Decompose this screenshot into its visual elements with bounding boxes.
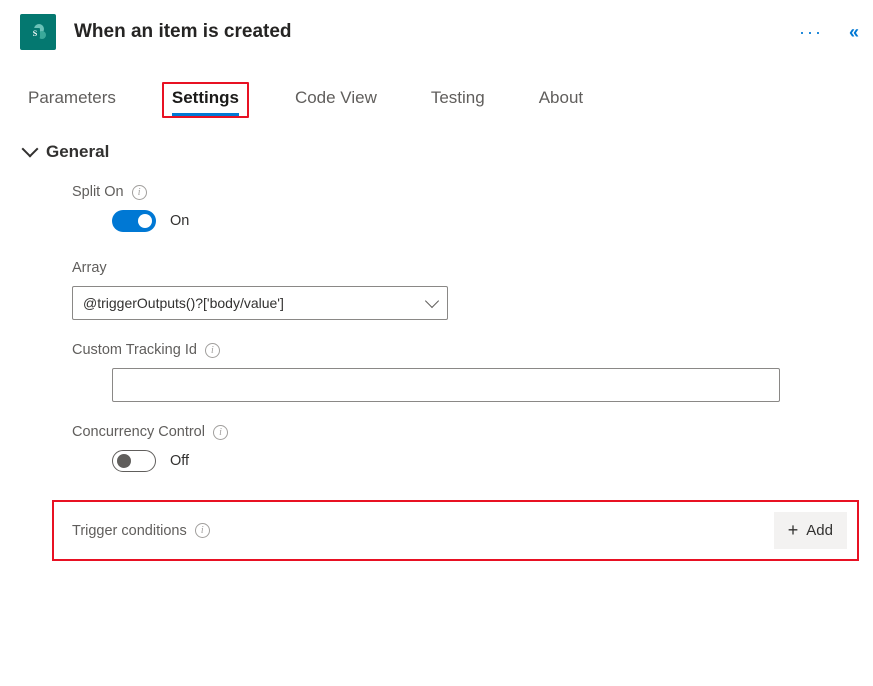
sharepoint-glyph: S <box>28 22 48 42</box>
toggle-knob <box>138 214 152 228</box>
trigger-conditions-row: Trigger conditions i + Add <box>72 512 847 549</box>
concurrency-toggle[interactable] <box>112 450 156 472</box>
header-actions: ··· « <box>799 22 853 43</box>
card-header: S When an item is created ··· « <box>0 0 873 64</box>
concurrency-label: Concurrency Control <box>72 424 205 440</box>
split-on-label: Split On <box>72 184 124 200</box>
sharepoint-icon: S <box>20 14 56 50</box>
array-value: @triggerOutputs()?['body/value'] <box>83 295 284 311</box>
info-icon[interactable]: i <box>132 185 147 200</box>
info-icon[interactable]: i <box>195 523 210 538</box>
array-label-row: Array <box>72 260 849 276</box>
tab-parameters[interactable]: Parameters <box>20 82 124 118</box>
trigger-conditions-label-row: Trigger conditions i <box>72 523 210 539</box>
svg-text:S: S <box>33 29 38 38</box>
info-icon[interactable]: i <box>213 425 228 440</box>
array-label: Array <box>72 260 107 276</box>
settings-content: General Split On i On Array @triggerOutp… <box>0 118 873 561</box>
section-general-header[interactable]: General <box>24 142 849 162</box>
custom-tracking-input[interactable] <box>112 368 780 402</box>
more-icon[interactable]: ··· <box>799 23 823 41</box>
plus-icon: + <box>788 520 799 541</box>
info-icon[interactable]: i <box>205 343 220 358</box>
tab-code-view[interactable]: Code View <box>287 82 385 118</box>
chevron-down-icon <box>425 294 439 308</box>
card-title: When an item is created <box>74 21 799 43</box>
concurrency-toggle-row: Off <box>72 450 849 472</box>
split-on-state: On <box>170 213 189 229</box>
array-select[interactable]: @triggerOutputs()?['body/value'] <box>72 286 448 320</box>
chevron-down-icon <box>22 141 39 158</box>
collapse-icon[interactable]: « <box>849 22 853 43</box>
custom-tracking-label-row: Custom Tracking Id i <box>72 342 849 358</box>
tab-bar: Parameters Settings Code View Testing Ab… <box>0 64 873 118</box>
split-on-toggle[interactable] <box>112 210 156 232</box>
trigger-conditions-label: Trigger conditions <box>72 523 187 539</box>
concurrency-label-row: Concurrency Control i <box>72 424 849 440</box>
custom-tracking-label: Custom Tracking Id <box>72 342 197 358</box>
section-general-body: Split On i On Array @triggerOutputs()?['… <box>24 184 849 561</box>
split-on-label-row: Split On i <box>72 184 849 200</box>
add-trigger-condition-button[interactable]: + Add <box>774 512 847 549</box>
toggle-knob <box>117 454 131 468</box>
split-on-toggle-row: On <box>72 210 849 232</box>
section-title: General <box>46 142 109 162</box>
concurrency-state: Off <box>170 453 189 469</box>
trigger-conditions-highlight: Trigger conditions i + Add <box>52 500 859 561</box>
add-button-label: Add <box>806 522 833 539</box>
tab-about[interactable]: About <box>531 82 591 118</box>
tab-settings[interactable]: Settings <box>162 82 249 118</box>
tab-testing[interactable]: Testing <box>423 82 493 118</box>
